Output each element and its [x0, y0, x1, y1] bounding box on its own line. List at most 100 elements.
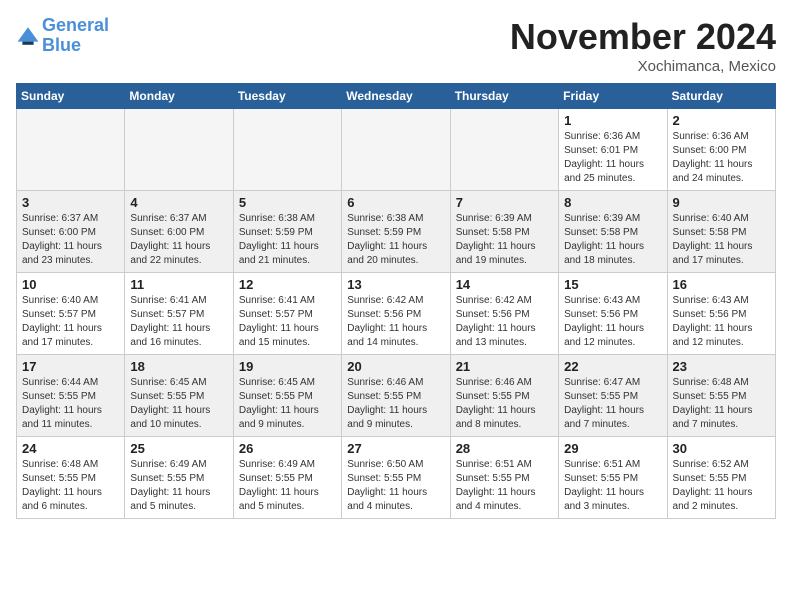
- day-number: 18: [130, 359, 227, 374]
- day-info: Sunrise: 6:48 AM Sunset: 5:55 PM Dayligh…: [22, 458, 119, 514]
- day-number: 4: [130, 195, 227, 210]
- weekday-header-wednesday: Wednesday: [342, 84, 450, 109]
- calendar-cell: 14Sunrise: 6:42 AM Sunset: 5:56 PM Dayli…: [450, 273, 558, 355]
- day-info: Sunrise: 6:39 AM Sunset: 5:58 PM Dayligh…: [564, 212, 661, 268]
- weekday-header-sunday: Sunday: [17, 84, 125, 109]
- day-info: Sunrise: 6:48 AM Sunset: 5:55 PM Dayligh…: [673, 376, 770, 432]
- calendar-cell: 25 Sunrise: 6:49 AM Sunset: 5:55 PM Dayli…: [125, 437, 233, 519]
- week-row-5: 24 Sunrise: 6:48 AM Sunset: 5:55 PM Dayli…: [17, 437, 776, 519]
- day-number: 17: [22, 359, 119, 374]
- day-info: Sunrise: 6:42 AM Sunset: 5:56 PM Dayligh…: [347, 294, 444, 350]
- month-title: November 2024: [510, 16, 776, 58]
- week-row-3: 10 Sunrise: 6:40 AM Sunset: 5:57 PM Dayli…: [17, 273, 776, 355]
- day-info: Sunrise: 6:44 AM Sunset: 5:55 PM Dayligh…: [22, 376, 119, 432]
- day-info: Sunrise: 6:36 AM Sunset: 6:01 PM Dayligh…: [564, 130, 661, 186]
- calendar-cell: [233, 109, 341, 191]
- day-info: Sunrise: 6:50 AM Sunset: 5:55 PM Dayligh…: [347, 458, 444, 514]
- header-row: SundayMondayTuesdayWednesdayThursdayFrid…: [17, 84, 776, 109]
- calendar-cell: 26 Sunrise: 6:49 AM Sunset: 5:55 PM Dayli…: [233, 437, 341, 519]
- page-header: General Blue November 2024 Xochimanca, M…: [16, 16, 776, 75]
- day-number: 19: [239, 359, 336, 374]
- calendar-cell: 24 Sunrise: 6:48 AM Sunset: 5:55 PM Dayli…: [17, 437, 125, 519]
- day-number: 24: [22, 441, 119, 456]
- day-number: 21: [456, 359, 553, 374]
- day-info: Sunrise: 6:40 AM Sunset: 5:58 PM Dayligh…: [673, 212, 770, 268]
- calendar-cell: 22Sunrise: 6:47 AM Sunset: 5:55 PM Dayli…: [559, 355, 667, 437]
- day-number: 11: [130, 277, 227, 292]
- day-info: Sunrise: 6:51 AM Sunset: 5:55 PM Dayligh…: [564, 458, 661, 514]
- day-number: 27: [347, 441, 444, 456]
- day-info: Sunrise: 6:38 AM Sunset: 5:59 PM Dayligh…: [347, 212, 444, 268]
- weekday-header-friday: Friday: [559, 84, 667, 109]
- logo-text-line2: Blue: [42, 36, 109, 56]
- day-info: Sunrise: 6:38 AM Sunset: 5:59 PM Dayligh…: [239, 212, 336, 268]
- calendar-cell: 23Sunrise: 6:48 AM Sunset: 5:55 PM Dayli…: [667, 355, 775, 437]
- day-info: Sunrise: 6:49 AM Sunset: 5:55 PM Dayligh…: [239, 458, 336, 514]
- calendar-cell: [342, 109, 450, 191]
- week-row-1: 1 Sunrise: 6:36 AM Sunset: 6:01 PM Daylig…: [17, 109, 776, 191]
- day-info: Sunrise: 6:42 AM Sunset: 5:56 PM Dayligh…: [456, 294, 553, 350]
- calendar-cell: 28 Sunrise: 6:51 AM Sunset: 5:55 PM Dayli…: [450, 437, 558, 519]
- day-number: 3: [22, 195, 119, 210]
- calendar-cell: 12Sunrise: 6:41 AM Sunset: 5:57 PM Dayli…: [233, 273, 341, 355]
- calendar-cell: 6 Sunrise: 6:38 AM Sunset: 5:59 PM Daylig…: [342, 191, 450, 273]
- calendar-cell: 10 Sunrise: 6:40 AM Sunset: 5:57 PM Dayli…: [17, 273, 125, 355]
- day-number: 9: [673, 195, 770, 210]
- day-number: 22: [564, 359, 661, 374]
- day-info: Sunrise: 6:52 AM Sunset: 5:55 PM Dayligh…: [673, 458, 770, 514]
- day-info: Sunrise: 6:40 AM Sunset: 5:57 PM Dayligh…: [22, 294, 119, 350]
- calendar-cell: 9 Sunrise: 6:40 AM Sunset: 5:58 PM Daylig…: [667, 191, 775, 273]
- calendar-cell: 13 Sunrise: 6:42 AM Sunset: 5:56 PM Dayli…: [342, 273, 450, 355]
- day-number: 7: [456, 195, 553, 210]
- calendar-cell: 8 Sunrise: 6:39 AM Sunset: 5:58 PM Daylig…: [559, 191, 667, 273]
- calendar-cell: 4 Sunrise: 6:37 AM Sunset: 6:00 PM Daylig…: [125, 191, 233, 273]
- location: Xochimanca, Mexico: [510, 58, 776, 75]
- day-number: 10: [22, 277, 119, 292]
- day-number: 29: [564, 441, 661, 456]
- title-block: November 2024 Xochimanca, Mexico: [510, 16, 776, 75]
- day-info: Sunrise: 6:41 AM Sunset: 5:57 PM Dayligh…: [130, 294, 227, 350]
- day-number: 26: [239, 441, 336, 456]
- calendar-cell: 1 Sunrise: 6:36 AM Sunset: 6:01 PM Daylig…: [559, 109, 667, 191]
- day-info: Sunrise: 6:37 AM Sunset: 6:00 PM Dayligh…: [130, 212, 227, 268]
- calendar-cell: 7Sunrise: 6:39 AM Sunset: 5:58 PM Daylig…: [450, 191, 558, 273]
- day-number: 2: [673, 113, 770, 128]
- day-info: Sunrise: 6:45 AM Sunset: 5:55 PM Dayligh…: [239, 376, 336, 432]
- calendar-cell: 30 Sunrise: 6:52 AM Sunset: 5:55 PM Dayli…: [667, 437, 775, 519]
- day-number: 25: [130, 441, 227, 456]
- day-number: 28: [456, 441, 553, 456]
- calendar-table: SundayMondayTuesdayWednesdayThursdayFrid…: [16, 83, 776, 519]
- day-info: Sunrise: 6:41 AM Sunset: 5:57 PM Dayligh…: [239, 294, 336, 350]
- day-number: 13: [347, 277, 444, 292]
- day-info: Sunrise: 6:46 AM Sunset: 5:55 PM Dayligh…: [347, 376, 444, 432]
- day-number: 15: [564, 277, 661, 292]
- day-info: Sunrise: 6:49 AM Sunset: 5:55 PM Dayligh…: [130, 458, 227, 514]
- calendar-cell: 20Sunrise: 6:46 AM Sunset: 5:55 PM Dayli…: [342, 355, 450, 437]
- week-row-4: 17 Sunrise: 6:44 AM Sunset: 5:55 PM Dayli…: [17, 355, 776, 437]
- logo-icon: [16, 24, 40, 48]
- calendar-cell: 11 Sunrise: 6:41 AM Sunset: 5:57 PM Dayli…: [125, 273, 233, 355]
- calendar-cell: 19 Sunrise: 6:45 AM Sunset: 5:55 PM Dayli…: [233, 355, 341, 437]
- day-info: Sunrise: 6:46 AM Sunset: 5:55 PM Dayligh…: [456, 376, 553, 432]
- day-number: 1: [564, 113, 661, 128]
- weekday-header-thursday: Thursday: [450, 84, 558, 109]
- calendar-cell: 16Sunrise: 6:43 AM Sunset: 5:56 PM Dayli…: [667, 273, 775, 355]
- calendar-cell: 27 Sunrise: 6:50 AM Sunset: 5:55 PM Dayli…: [342, 437, 450, 519]
- calendar-cell: [17, 109, 125, 191]
- calendar-cell: 29 Sunrise: 6:51 AM Sunset: 5:55 PM Dayli…: [559, 437, 667, 519]
- weekday-header-saturday: Saturday: [667, 84, 775, 109]
- day-info: Sunrise: 6:36 AM Sunset: 6:00 PM Dayligh…: [673, 130, 770, 186]
- calendar-cell: 21 Sunrise: 6:46 AM Sunset: 5:55 PM Dayli…: [450, 355, 558, 437]
- logo-text-line1: General: [42, 16, 109, 36]
- calendar-cell: 15Sunrise: 6:43 AM Sunset: 5:56 PM Dayli…: [559, 273, 667, 355]
- day-number: 8: [564, 195, 661, 210]
- day-info: Sunrise: 6:51 AM Sunset: 5:55 PM Dayligh…: [456, 458, 553, 514]
- day-number: 6: [347, 195, 444, 210]
- calendar-cell: 18Sunrise: 6:45 AM Sunset: 5:55 PM Dayli…: [125, 355, 233, 437]
- calendar-cell: 2 Sunrise: 6:36 AM Sunset: 6:00 PM Daylig…: [667, 109, 775, 191]
- day-number: 30: [673, 441, 770, 456]
- day-info: Sunrise: 6:43 AM Sunset: 5:56 PM Dayligh…: [673, 294, 770, 350]
- week-row-2: 3 Sunrise: 6:37 AM Sunset: 6:00 PM Daylig…: [17, 191, 776, 273]
- calendar-cell: 5Sunrise: 6:38 AM Sunset: 5:59 PM Daylig…: [233, 191, 341, 273]
- weekday-header-tuesday: Tuesday: [233, 84, 341, 109]
